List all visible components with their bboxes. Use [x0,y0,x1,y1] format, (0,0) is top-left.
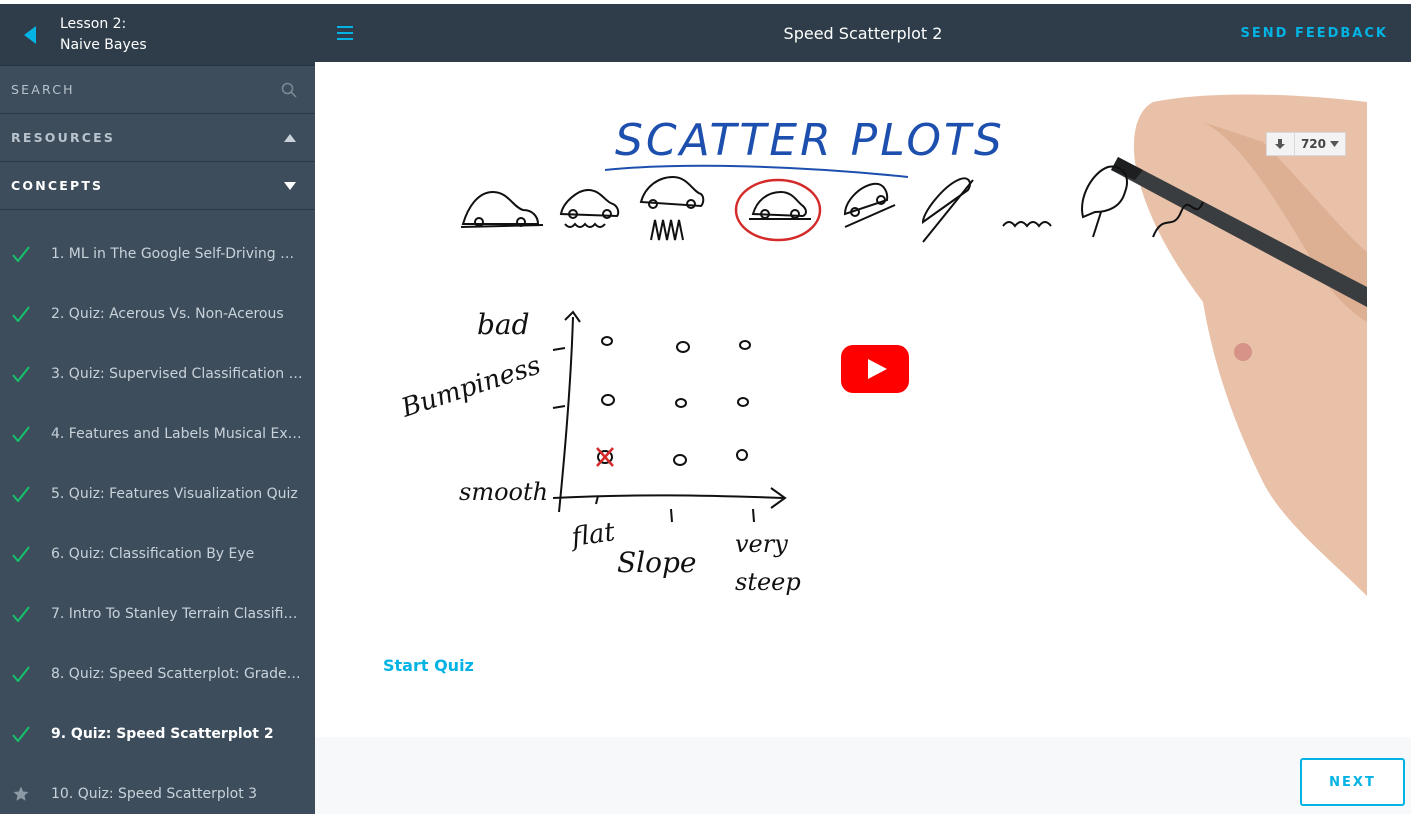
concepts-list: 1. ML in The Google Self-Driving Car 2. Q… [0,224,315,814]
sidebar-concepts[interactable]: CONCEPTS [0,162,315,210]
checkmark-icon [0,726,51,742]
back-arrow-icon [24,25,36,44]
concept-label: 5. Quiz: Features Visualization Quiz [51,486,298,502]
caret-down-icon [1330,141,1339,147]
hand-with-pen [1111,94,1367,596]
x-axis-label: Slope [617,546,697,579]
y-top-label: bad [477,308,530,341]
sidebar-resources[interactable]: RESOURCES [0,114,315,162]
resources-label: RESOURCES [11,130,116,145]
star-icon [0,785,51,803]
footer-bar: NEXT [315,737,1411,814]
concept-item[interactable]: 10. Quiz: Speed Scatterplot 3 [0,764,315,814]
concept-label: 4. Features and Labels Musical Exam... [51,426,303,442]
lesson-number: Lesson 2: [60,15,127,32]
checkmark-icon [0,546,51,562]
y-axis-label: Bumpiness [397,351,544,424]
concept-label: 7. Intro To Stanley Terrain Classificat.… [51,606,303,622]
youtube-play-icon[interactable] [841,345,909,393]
concept-label: 8. Quiz: Speed Scatterplot: Grade an... [51,666,303,682]
concept-item[interactable]: 6. Quiz: Classification By Eye [0,524,315,584]
lesson-title[interactable]: Lesson 2: Naive Bayes [60,14,147,56]
concept-label: 3. Quiz: Supervised Classification Ex... [51,366,303,382]
checkmark-icon [0,426,51,442]
back-button[interactable] [0,4,60,66]
concept-item[interactable]: 7. Intro To Stanley Terrain Classificat.… [0,584,315,644]
quality-selector[interactable]: 720 [1295,133,1345,155]
lesson-header: Lesson 2: Naive Bayes [0,4,315,66]
download-button[interactable] [1267,133,1295,155]
concept-item[interactable]: 2. Quiz: Acerous Vs. Non-Acerous [0,284,315,344]
concept-label: 1. ML in The Google Self-Driving Car [51,246,303,262]
car-sketches [460,165,1204,243]
whiteboard-heading: SCATTER PLOTS [615,115,1005,166]
lesson-name: Naive Bayes [60,36,147,53]
axis-labels: bad Bumpiness smooth flat Slope very ste… [397,308,801,596]
concept-item[interactable]: 1. ML in The Google Self-Driving Car [0,224,315,284]
top-bar: Speed Scatterplot 2 SEND FEEDBACK [315,4,1411,62]
quality-value: 720 [1300,137,1326,151]
x-right-label-1: very [735,530,788,558]
checkmark-icon [0,366,51,382]
plot-markers [597,336,751,466]
concept-item[interactable]: 8. Quiz: Speed Scatterplot: Grade an... [0,644,315,704]
concept-item[interactable]: 4. Features and Labels Musical Exam... [0,404,315,464]
checkmark-icon [0,306,51,322]
next-button[interactable]: NEXT [1300,758,1405,806]
y-bottom-label: smooth [459,478,548,506]
concept-label: 10. Quiz: Speed Scatterplot 3 [51,786,258,802]
checkmark-icon [0,246,51,262]
send-feedback-button[interactable]: SEND FEEDBACK [1241,26,1388,41]
checkmark-icon [0,606,51,622]
video-player[interactable]: SCATTER PLOTS bad Bumpiness smooth flat … [383,62,1367,596]
concept-label: 6. Quiz: Classification By Eye [51,546,255,562]
video-frame: SCATTER PLOTS bad Bumpiness smooth flat … [397,94,1367,596]
quality-control: 720 [1265,132,1346,156]
checkmark-icon [0,486,51,502]
menu-icon[interactable] [335,23,357,43]
concept-item[interactable]: 9. Quiz: Speed Scatterplot 2 [0,704,315,764]
concept-label: 9. Quiz: Speed Scatterplot 2 [51,726,274,742]
sidebar-search[interactable]: SEARCH [0,66,315,114]
checkmark-icon [0,666,51,682]
x-right-label-2: steep [735,568,801,596]
concept-label: 2. Quiz: Acerous Vs. Non-Acerous [51,306,284,322]
heading-underline [604,164,909,178]
download-icon [1275,139,1286,149]
chevron-down-icon [284,181,296,190]
sidebar: Lesson 2: Naive Bayes SEARCH RESOURCES C… [0,4,315,814]
concept-item[interactable]: 5. Quiz: Features Visualization Quiz [0,464,315,524]
search-label: SEARCH [11,82,75,97]
concepts-label: CONCEPTS [11,178,104,193]
x-left-label: flat [568,517,618,553]
start-quiz-link[interactable]: Start Quiz [383,656,474,675]
concept-item[interactable]: 3. Quiz: Supervised Classification Ex... [0,344,315,404]
search-icon[interactable] [281,82,297,98]
chevron-up-icon [284,133,296,142]
